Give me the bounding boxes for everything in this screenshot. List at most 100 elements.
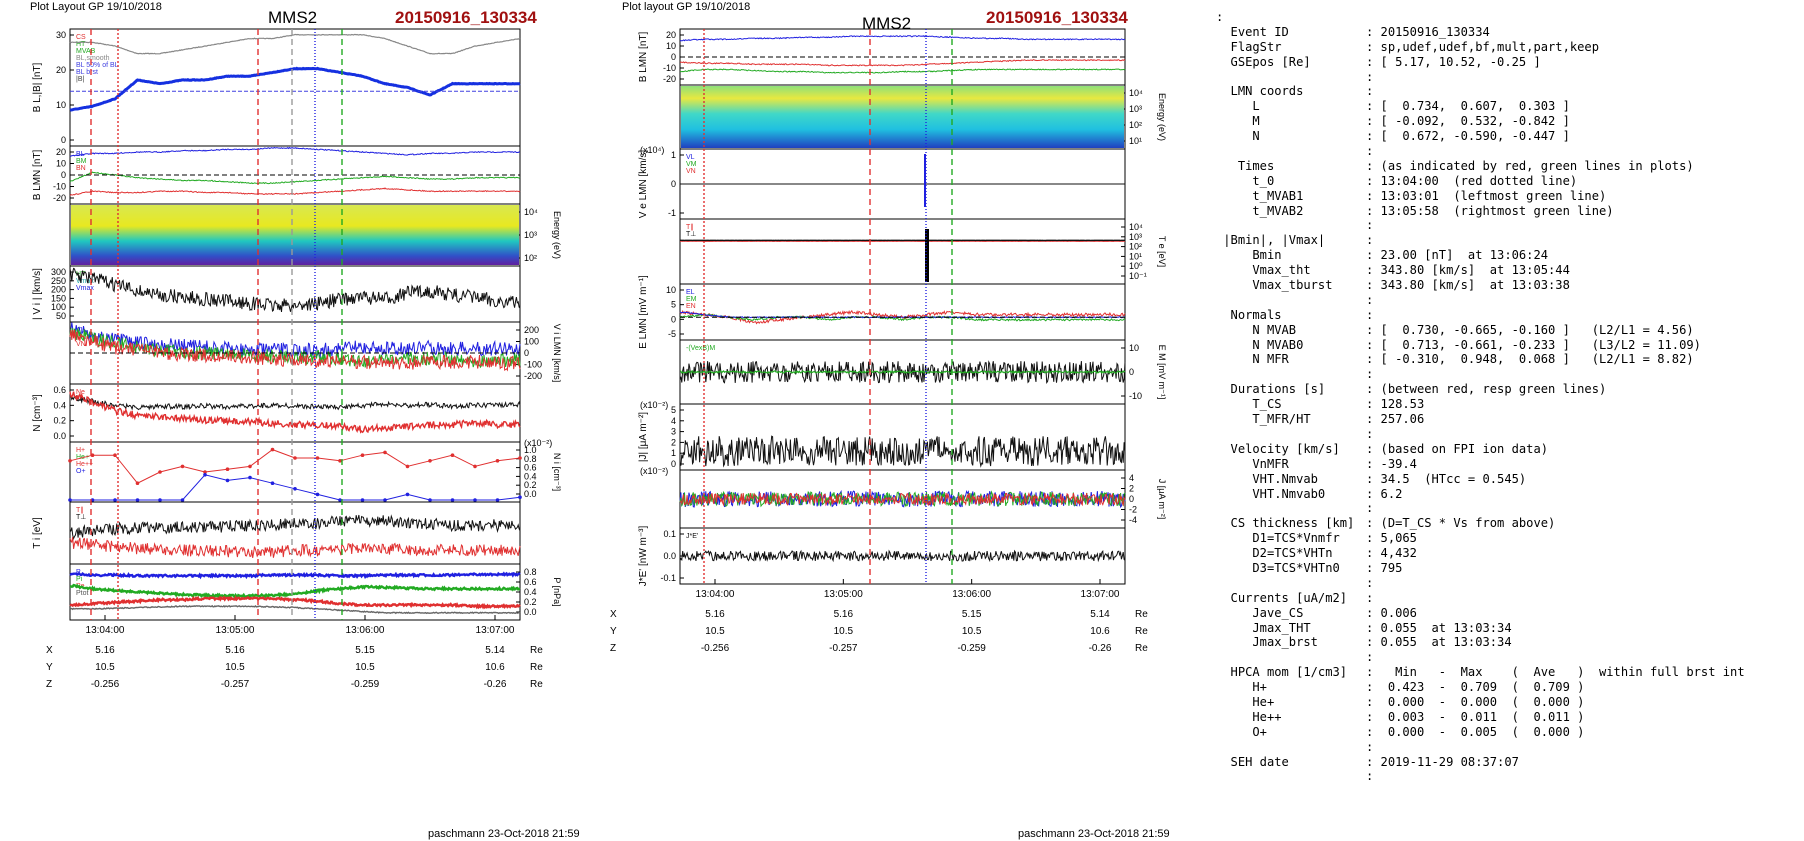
summary-key: Normals [1216,307,1282,322]
pos-value: 5.15 [355,645,375,656]
plot-panel-frame [69,28,521,147]
summary-row: : [1216,501,1745,516]
summary-row: Jmax_brst: 0.055 at 13:03:34 [1216,635,1745,650]
summary-value: : 0.006 [1366,605,1417,620]
summary-value: : [ -0.092, 0.532, -0.842 ] [1366,114,1570,129]
right-figure: 20100-10-20B LMN [nT]10⁴10³10²10¹ Energy … [610,28,1167,654]
summary-key: Vmax_tht [1216,263,1311,278]
pos-value: -0.259 [351,679,380,690]
summary-key: SEH date [1216,754,1289,769]
y-tick-label: 4 [671,416,676,426]
summary-value: : (D=T_CS * Vs from above) [1366,516,1556,531]
summary-row: HPCA mom [1/cm3]: Min - Max ( Ave ) with… [1216,665,1745,680]
summary-value: : 2019-11-29 08:37:07 [1366,754,1519,769]
summary-key: O+ [1216,724,1267,739]
summary-value: : [1366,739,1374,754]
summary-value: : 0.000 - 0.000 ( 0.000 ) [1366,694,1585,709]
plot-panel-frame [679,403,1126,471]
summary-value: : Min - Max ( Ave ) within full brst int [1366,665,1745,680]
summary-key: Velocity [km/s] [1216,441,1340,456]
y-tick-label-right: 0.8 [524,567,537,577]
summary-key: He+ [1216,694,1275,709]
y-axis-label: N [cm⁻³] [32,394,43,432]
summary-row: N: [ 0.672, -0.590, -0.447 ] [1216,129,1745,144]
legend-entry: VM [686,161,697,168]
summary-row: Times: (as indicated by red, green lines… [1216,159,1745,174]
y-tick-label-right: 4 [1129,473,1134,483]
axis-exponent-label: (x10⁴) [640,145,664,155]
event-summary-table: : Event ID: 20150916_130334 FlagStr: sp,… [1216,10,1745,784]
y-axis-label: V e LMN [km/s] [638,150,649,219]
summary-row: t_MVAB2: 13:05:58 (rightmost green line) [1216,204,1745,219]
y-tick-label: -10 [663,63,676,73]
y-axis-label: B LMN [nT] [638,32,649,83]
y-tick-label: 10 [56,159,66,169]
summary-row: : [1216,740,1745,755]
summary-value: : 0.003 - 0.011 ( 0.011 ) [1366,709,1585,724]
y-axis-label: | V i | [km/s] [32,268,43,320]
pos-value: 5.16 [225,645,245,656]
summary-key: Jmax_THT [1216,620,1311,635]
summary-value: : 20150916_130334 [1366,24,1490,39]
y-tick-label-right: 2 [1129,484,1134,494]
summary-key: He++ [1216,709,1282,724]
y-tick-label-right: 10³ [524,230,537,240]
summary-value: : 13:04:00 (red dotted line) [1366,173,1578,188]
pos-row-label: Z [46,679,52,690]
summary-row: N MVAB0: [ 0.713, -0.661, -0.233 ] (L3/L… [1216,338,1745,353]
pos-row-label: Z [610,643,616,654]
pos-value: 5.14 [485,645,505,656]
y-tick-label-right: 0.0 [524,607,537,617]
summary-row: : [1216,427,1745,442]
legend-entry: EM [686,296,697,303]
pos-row-label: X [610,609,617,620]
summary-row: FlagStr: sp,udef,udef,bf,mult,part,keep [1216,40,1745,55]
plot-panel-frame [679,283,1126,341]
y-tick-label-right: 10³ [1129,232,1142,242]
summary-value: : [1366,650,1374,665]
y-axis-label-right: V i LMN [km/s] [552,324,562,383]
summary-value: : [1366,218,1374,233]
pos-value: 10.5 [962,626,982,637]
summary-row: : [1216,218,1745,233]
time-tick-label: 13:06:00 [346,625,385,636]
y-tick-label: 1 [671,448,676,458]
summary-key: t_0 [1216,173,1275,188]
y-tick-label: 0.2 [53,416,66,426]
legend-entry: T⊥ [76,514,86,521]
y-tick-label-right: 0.2 [524,597,537,607]
y-tick-label-right: 0.0 [524,489,537,499]
legend-entry: Ptot [76,590,89,597]
y-tick-label-right: 200 [524,325,539,335]
y-tick-label: 0 [671,314,676,324]
y-tick-label: 0 [671,459,676,469]
pos-value: 5.16 [834,609,854,620]
summary-row: t_0 : 13:04:00 (red dotted line) [1216,174,1745,189]
y-tick-label-right: 10³ [1129,104,1142,114]
summary-row: t_MVAB1: 13:03:01 (leftmost green line) [1216,189,1745,204]
y-tick-label-right: 10⁴ [1129,222,1143,232]
y-axis-label-right: E M [mV m⁻¹] [1157,345,1167,400]
summary-value: : 343.80 [km/s] at 13:03:38 [1366,278,1570,293]
y-tick-label: 20 [666,30,676,40]
energy-spectrogram [71,205,519,265]
summary-row: SEH date : 2019-11-29 08:37:07 [1216,755,1745,770]
time-tick-label: 13:05:00 [216,625,255,636]
summary-value: : [ 0.734, 0.607, 0.303 ] [1366,99,1570,114]
summary-value: : 13:05:58 (rightmost green line) [1366,203,1614,218]
summary-value: : 23.00 [nT] at 13:06:24 [1366,248,1549,263]
y-axis-label: T i [eV] [32,517,43,549]
y-tick-label: 10 [666,41,676,51]
summary-value: : [ -0.310, 0.948, 0.068 ] (L2/L1 = 8.82… [1366,352,1694,367]
legend-entry: -(VexB)M [686,345,715,352]
time-tick-label: 13:07:00 [476,625,515,636]
pos-unit: Re [1135,626,1148,637]
summary-row: : [1216,650,1745,665]
summary-key: Times [1216,158,1275,173]
time-tick-label: 13:06:00 [952,589,991,600]
summary-value: : [1366,292,1374,307]
y-tick-label: 0 [61,135,66,145]
legend-entry: T∥ [76,506,84,514]
y-axis-label-right: N i [cm⁻³] [552,453,562,491]
legend-entry: CS [76,34,86,41]
